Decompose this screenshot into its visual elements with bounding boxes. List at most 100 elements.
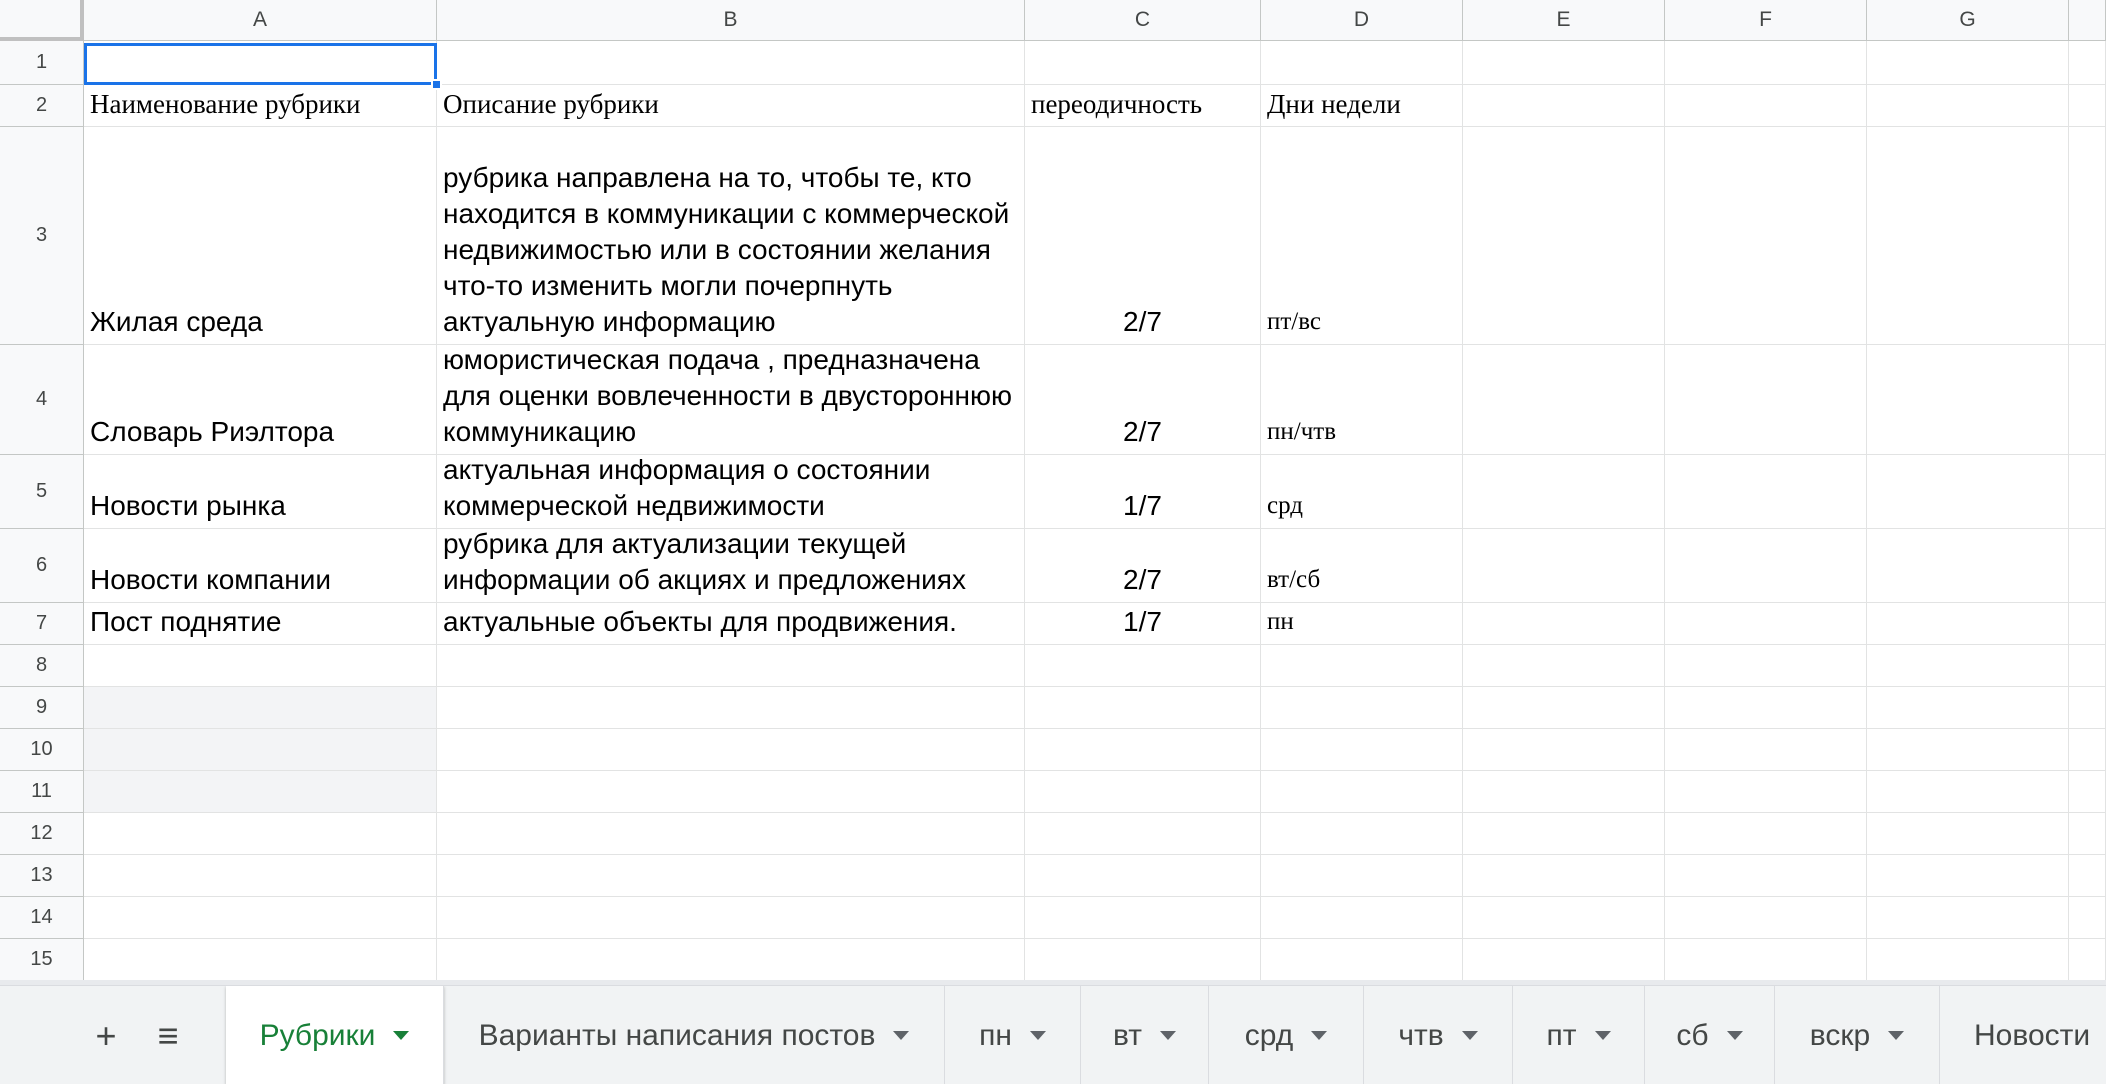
row-header-9[interactable]: 9	[0, 687, 84, 729]
cell-d11[interactable]	[1261, 771, 1463, 813]
cell-f3[interactable]	[1665, 127, 1867, 345]
cell-overflow[interactable]	[2069, 455, 2106, 529]
cell-f14[interactable]	[1665, 897, 1867, 939]
cell-c12[interactable]	[1025, 813, 1261, 855]
cell-a14[interactable]	[84, 897, 437, 939]
cell-b2[interactable]: Описание рубрики	[437, 85, 1025, 127]
column-header-b[interactable]: B	[437, 0, 1025, 41]
sheet-tab-2[interactable]: пн	[945, 986, 1081, 1084]
cell-overflow[interactable]	[2069, 855, 2106, 897]
cell-c3[interactable]: 2/7	[1025, 127, 1261, 345]
cell-b7[interactable]: актуальные объекты для продвижения.	[437, 603, 1025, 645]
add-sheet-button[interactable]: +	[78, 1008, 134, 1064]
cell-d6[interactable]: вт/сб	[1261, 529, 1463, 603]
cell-overflow[interactable]	[2069, 85, 2106, 127]
cell-f5[interactable]	[1665, 455, 1867, 529]
cell-c1[interactable]	[1025, 41, 1261, 85]
cell-f12[interactable]	[1665, 813, 1867, 855]
cell-e9[interactable]	[1463, 687, 1665, 729]
cell-e10[interactable]	[1463, 729, 1665, 771]
cell-overflow[interactable]	[2069, 729, 2106, 771]
cell-g11[interactable]	[1867, 771, 2069, 813]
cell-d5[interactable]: срд	[1261, 455, 1463, 529]
sheet-tab-6[interactable]: пт	[1513, 986, 1645, 1084]
cell-g14[interactable]	[1867, 897, 2069, 939]
cell-a7[interactable]: Пост поднятие	[84, 603, 437, 645]
column-header-g[interactable]: G	[1867, 0, 2069, 41]
cell-f13[interactable]	[1665, 855, 1867, 897]
cell-d7[interactable]: пн	[1261, 603, 1463, 645]
cell-c11[interactable]	[1025, 771, 1261, 813]
cell-a5[interactable]: Новости рынка	[84, 455, 437, 529]
cell-overflow[interactable]	[2069, 603, 2106, 645]
cell-e14[interactable]	[1463, 897, 1665, 939]
cell-b5[interactable]: актуальная информация о состоянии коммер…	[437, 455, 1025, 529]
sheet-tab-0[interactable]: Рубрики	[226, 986, 444, 1084]
cell-e8[interactable]	[1463, 645, 1665, 687]
cell-overflow[interactable]	[2069, 687, 2106, 729]
cell-e7[interactable]	[1463, 603, 1665, 645]
cell-g12[interactable]	[1867, 813, 2069, 855]
cell-c9[interactable]	[1025, 687, 1261, 729]
cell-d1[interactable]	[1261, 41, 1463, 85]
row-header-13[interactable]: 13	[0, 855, 84, 897]
row-header-1[interactable]: 1	[0, 41, 84, 85]
cell-d9[interactable]	[1261, 687, 1463, 729]
cell-a2[interactable]: Наименование рубрики	[84, 85, 437, 127]
row-header-2[interactable]: 2	[0, 85, 84, 127]
cell-overflow[interactable]	[2069, 645, 2106, 687]
cell-overflow[interactable]	[2069, 897, 2106, 939]
cell-d8[interactable]	[1261, 645, 1463, 687]
cell-c2[interactable]: переодичность	[1025, 85, 1261, 127]
cell-g9[interactable]	[1867, 687, 2069, 729]
cell-d12[interactable]	[1261, 813, 1463, 855]
cell-a10[interactable]	[84, 729, 437, 771]
cell-d4[interactable]: пн/чтв	[1261, 345, 1463, 455]
cell-f15[interactable]	[1665, 939, 1867, 981]
cell-d10[interactable]	[1261, 729, 1463, 771]
cell-a11[interactable]	[84, 771, 437, 813]
caret-down-icon[interactable]	[1029, 1031, 1046, 1040]
caret-down-icon[interactable]	[1726, 1031, 1743, 1040]
row-header-12[interactable]: 12	[0, 813, 84, 855]
cell-a1[interactable]	[84, 41, 437, 85]
cell-overflow[interactable]	[2069, 345, 2106, 455]
cell-f11[interactable]	[1665, 771, 1867, 813]
cell-b13[interactable]	[437, 855, 1025, 897]
cell-a15[interactable]	[84, 939, 437, 981]
cell-g10[interactable]	[1867, 729, 2069, 771]
cell-d2[interactable]: Дни недели	[1261, 85, 1463, 127]
column-header-c[interactable]: C	[1025, 0, 1261, 41]
cell-g1[interactable]	[1867, 41, 2069, 85]
sheet-tab-9[interactable]: Новости	[1940, 986, 2106, 1084]
cell-f1[interactable]	[1665, 41, 1867, 85]
sheet-tab-1[interactable]: Варианты написания постов	[444, 986, 945, 1084]
cell-b9[interactable]	[437, 687, 1025, 729]
cell-f2[interactable]	[1665, 85, 1867, 127]
cell-e2[interactable]	[1463, 85, 1665, 127]
cell-a3[interactable]: Жилая среда	[84, 127, 437, 345]
row-header-14[interactable]: 14	[0, 897, 84, 939]
row-header-6[interactable]: 6	[0, 529, 84, 603]
cell-overflow[interactable]	[2069, 127, 2106, 345]
cell-c10[interactable]	[1025, 729, 1261, 771]
cell-c5[interactable]: 1/7	[1025, 455, 1261, 529]
cell-b14[interactable]	[437, 897, 1025, 939]
cell-a12[interactable]	[84, 813, 437, 855]
cell-overflow[interactable]	[2069, 41, 2106, 85]
cell-a9[interactable]	[84, 687, 437, 729]
cell-c8[interactable]	[1025, 645, 1261, 687]
cell-overflow[interactable]	[2069, 939, 2106, 981]
cell-d15[interactable]	[1261, 939, 1463, 981]
cell-b8[interactable]	[437, 645, 1025, 687]
cell-b12[interactable]	[437, 813, 1025, 855]
sheet-tab-3[interactable]: вт	[1081, 986, 1209, 1084]
cell-g15[interactable]	[1867, 939, 2069, 981]
row-header-15[interactable]: 15	[0, 939, 84, 981]
sheet-tab-7[interactable]: сб	[1645, 986, 1775, 1084]
caret-down-icon[interactable]	[893, 1031, 910, 1040]
select-all-corner[interactable]	[0, 0, 84, 41]
cell-c7[interactable]: 1/7	[1025, 603, 1261, 645]
cell-e13[interactable]	[1463, 855, 1665, 897]
cell-f7[interactable]	[1665, 603, 1867, 645]
